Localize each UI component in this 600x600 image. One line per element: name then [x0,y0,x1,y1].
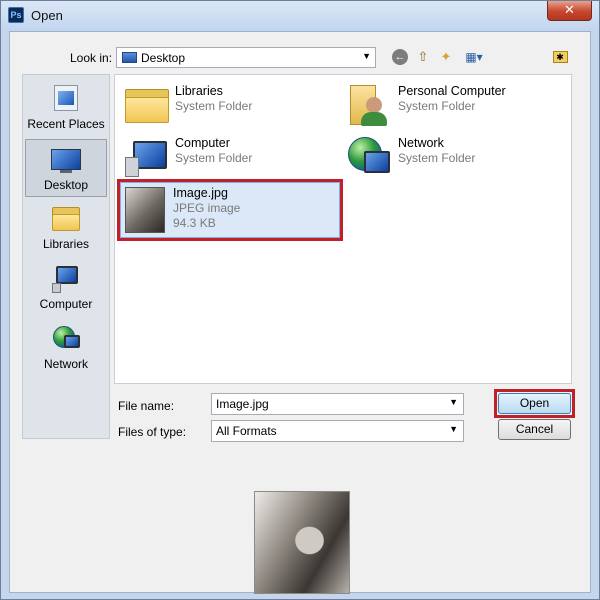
look-in-value: Desktop [141,51,186,65]
places-item-label: Recent Places [27,117,105,131]
dialog-body: Look in: Desktop ▼ ← ⇧ ✦ ▦▾ ✱ Recent Pla… [9,31,591,594]
desktop-small-icon [122,52,137,63]
network-icon [50,323,82,355]
places-item-label: Computer [39,297,93,311]
views-menu-button[interactable]: ▦▾ [460,47,488,67]
recent-places-icon [50,83,82,115]
places-item-recent-places[interactable]: Recent Places [25,79,107,137]
up-folder-button[interactable]: ⇧ [413,47,433,67]
file-name: Network [398,136,444,150]
network-icon [346,135,394,179]
back-button[interactable]: ← [390,47,410,67]
highlight-box-open [494,389,575,418]
title-bar[interactable]: Ps Open ✕ [1,1,599,31]
files-of-type-label: Files of type: [118,425,187,439]
places-item-computer[interactable]: Computer [25,259,107,317]
files-of-type-dropdown[interactable]: All Formats ▼ [211,420,464,442]
extra-button[interactable]: ✱ [550,47,570,67]
close-button[interactable]: ✕ [547,1,592,21]
file-list: Libraries System Folder Personal Compute… [114,74,572,384]
file-item-personal-computer[interactable]: Personal Computer System Folder [342,79,552,129]
file-name-label: File name: [118,399,175,413]
places-item-label: Libraries [42,237,90,251]
computer-icon [123,135,171,179]
user-folder-icon [346,83,394,127]
computer-icon [50,263,82,295]
libraries-icon [50,203,82,235]
cancel-button[interactable]: Cancel [498,419,571,440]
new-folder-button[interactable]: ✦ [436,47,456,67]
views-icon: ▦▾ [465,50,483,64]
close-icon: ✕ [564,2,575,17]
places-bar: Recent Places Desktop Libraries Computer… [22,74,110,439]
chevron-down-icon: ▼ [449,424,458,434]
open-dialog: Ps Open ✕ Look in: Desktop ▼ ← ⇧ ✦ ▦▾ ✱ [0,0,600,600]
back-arrow-icon: ← [392,49,408,65]
dialog-title: Open [31,8,63,23]
file-item-libraries[interactable]: Libraries System Folder [119,79,329,129]
places-item-desktop[interactable]: Desktop [25,139,107,197]
file-name: Personal Computer [398,84,506,98]
photoshop-app-icon: Ps [8,7,24,23]
chevron-down-icon: ▼ [362,51,371,61]
places-item-label: Desktop [43,178,89,192]
highlight-box-image [117,179,343,241]
look-in-dropdown[interactable]: Desktop ▼ [116,47,376,68]
file-item-network[interactable]: Network System Folder [342,131,552,181]
file-type: System Folder [398,99,476,113]
file-type: System Folder [175,99,253,113]
places-item-network[interactable]: Network [25,319,107,377]
file-type: System Folder [398,151,476,165]
desktop-icon [50,144,82,176]
look-in-label: Look in: [70,51,113,65]
file-name-field[interactable]: Image.jpg ▼ [211,393,464,415]
file-type: System Folder [175,151,253,165]
places-item-libraries[interactable]: Libraries [25,199,107,257]
file-name: Libraries [175,84,223,98]
files-of-type-value: All Formats [216,424,277,438]
folder-star-icon: ✱ [552,51,568,63]
chevron-down-icon: ▼ [449,397,458,407]
up-folder-icon: ⇧ [417,49,429,64]
places-item-label: Network [43,357,88,371]
file-name: Computer [175,136,230,150]
image-preview [254,491,350,594]
file-item-computer[interactable]: Computer System Folder [119,131,329,181]
libraries-folder-icon [123,83,171,127]
file-name-value: Image.jpg [216,397,269,411]
new-folder-icon: ✦ [440,49,452,64]
